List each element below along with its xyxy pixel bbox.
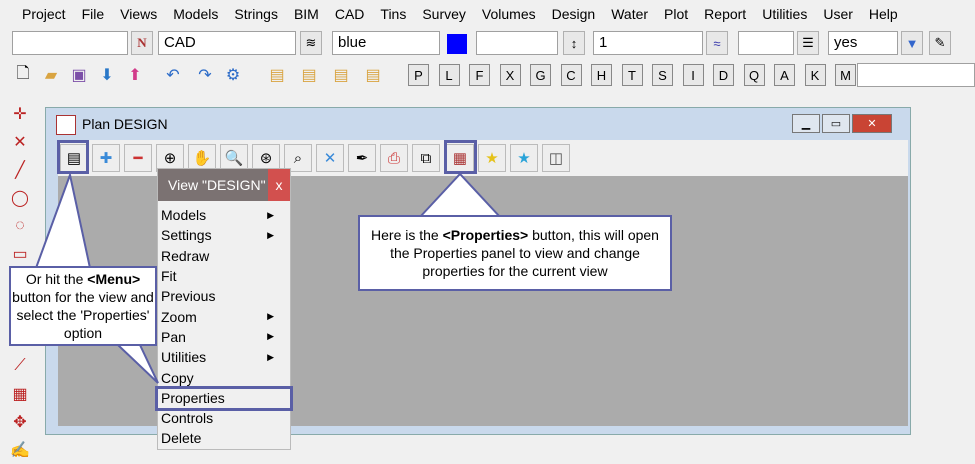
menu-callout: Or hit the <Menu> button for the view an… bbox=[12, 269, 154, 343]
properties-callout: Here is the <Properties> button, this wi… bbox=[361, 218, 669, 288]
